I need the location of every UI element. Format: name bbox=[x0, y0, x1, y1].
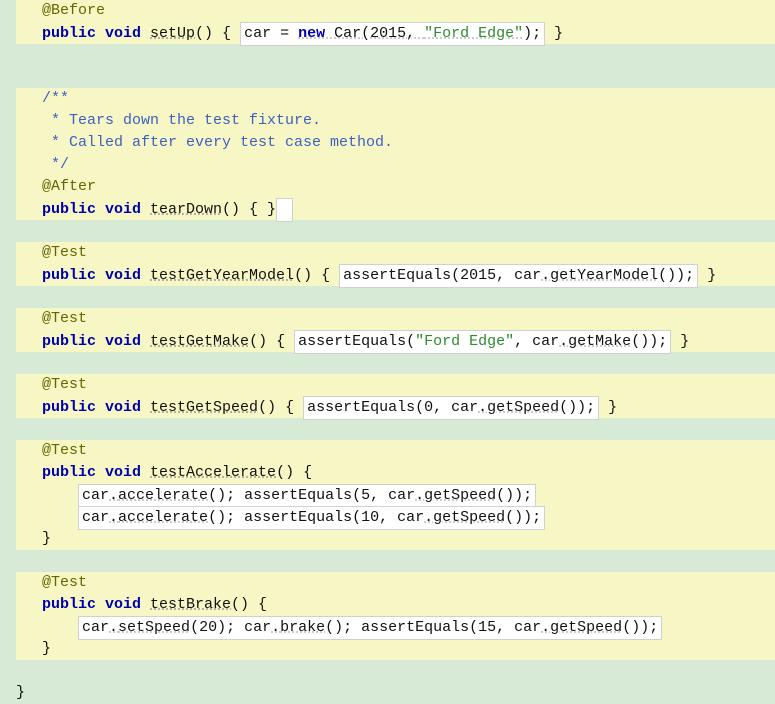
keyword: public void bbox=[42, 201, 150, 218]
code-line[interactable]: * Tears down the test fixture. bbox=[16, 110, 775, 132]
method-name: testGetYearModel bbox=[150, 267, 294, 284]
editor-gutter bbox=[6, 0, 16, 668]
statement-box: car = new Car(2015, "Ford Edge"); bbox=[240, 22, 545, 46]
method-name: testGetSpeed bbox=[150, 399, 258, 416]
code-line[interactable]: public void setUp() { car = new Car(2015… bbox=[16, 22, 775, 44]
code-line[interactable]: @Test bbox=[16, 308, 775, 330]
blank-line[interactable] bbox=[16, 286, 775, 308]
code-content[interactable]: @Before public void setUp() { car = new … bbox=[16, 0, 775, 668]
statement-box: assertEquals("Ford Edge", car.getMake())… bbox=[294, 330, 671, 354]
keyword: public void bbox=[42, 464, 150, 481]
javadoc: * Tears down the test fixture. bbox=[42, 112, 321, 129]
code-line[interactable]: */ bbox=[16, 154, 775, 176]
statement-box: assertEquals(0, car.getSpeed()); bbox=[303, 396, 599, 420]
keyword: public void bbox=[42, 333, 150, 350]
statement-box: assertEquals(2015, car.getYearModel()); bbox=[339, 264, 698, 288]
code-line[interactable]: car.accelerate(); assertEquals(5, car.ge… bbox=[16, 484, 775, 506]
keyword: public void bbox=[42, 399, 150, 416]
annotation: @Test bbox=[42, 376, 87, 393]
code-line[interactable]: @After bbox=[16, 176, 775, 198]
code-line[interactable]: } bbox=[16, 638, 775, 660]
annotation: @Test bbox=[42, 244, 87, 261]
code-line[interactable]: * Called after every test case method. bbox=[16, 132, 775, 154]
annotation: @Test bbox=[42, 574, 87, 591]
keyword: public void bbox=[42, 25, 150, 42]
blank-line[interactable] bbox=[16, 352, 775, 374]
code-line[interactable]: @Test bbox=[16, 242, 775, 264]
empty-body-box bbox=[276, 198, 293, 222]
blank-line[interactable] bbox=[16, 220, 775, 242]
blank-line[interactable] bbox=[16, 66, 775, 88]
code-line[interactable]: } bbox=[16, 528, 775, 550]
statement-box: car.accelerate(); assertEquals(5, car.ge… bbox=[78, 484, 536, 508]
annotation: @Test bbox=[42, 442, 87, 459]
annotation: @Before bbox=[42, 2, 105, 19]
method-name: testAccelerate bbox=[150, 464, 276, 481]
code-editor[interactable]: @Before public void setUp() { car = new … bbox=[0, 0, 775, 668]
keyword: public void bbox=[42, 596, 150, 613]
blank-line[interactable] bbox=[16, 660, 775, 682]
code-line[interactable]: public void testGetYearModel() { assertE… bbox=[16, 264, 775, 286]
annotation: @Test bbox=[42, 310, 87, 327]
statement-box: car.accelerate(); assertEquals(10, car.g… bbox=[78, 506, 545, 530]
class-close-brace: } bbox=[16, 684, 25, 701]
code-line[interactable]: public void testGetMake() { assertEquals… bbox=[16, 330, 775, 352]
code-line[interactable]: @Test bbox=[16, 440, 775, 462]
blank-line[interactable] bbox=[16, 418, 775, 440]
annotation: @After bbox=[42, 178, 96, 195]
code-line[interactable]: car.accelerate(); assertEquals(10, car.g… bbox=[16, 506, 775, 528]
code-line[interactable]: @Test bbox=[16, 572, 775, 594]
code-line[interactable]: public void tearDown() { } bbox=[16, 198, 775, 220]
code-line[interactable]: @Test bbox=[16, 374, 775, 396]
code-line[interactable]: /** bbox=[16, 88, 775, 110]
blank-line[interactable] bbox=[16, 44, 775, 66]
statement-box: car.setSpeed(20); car.brake(); assertEqu… bbox=[78, 616, 662, 640]
method-name: testGetMake bbox=[150, 333, 249, 350]
keyword: public void bbox=[42, 267, 150, 284]
code-line[interactable]: public void testAccelerate() { bbox=[16, 462, 775, 484]
blank-line[interactable] bbox=[16, 550, 775, 572]
method-name: testBrake bbox=[150, 596, 231, 613]
code-line[interactable]: @Before bbox=[16, 0, 775, 22]
code-line[interactable]: } bbox=[16, 682, 775, 704]
method-name: tearDown bbox=[150, 201, 222, 218]
code-line[interactable]: public void testGetSpeed() { assertEqual… bbox=[16, 396, 775, 418]
method-name: setUp bbox=[150, 25, 195, 42]
javadoc: * Called after every test case method. bbox=[42, 134, 393, 151]
javadoc: /** bbox=[42, 90, 69, 107]
code-text: () { bbox=[195, 25, 240, 42]
code-line[interactable]: car.setSpeed(20); car.brake(); assertEqu… bbox=[16, 616, 775, 638]
javadoc: */ bbox=[42, 156, 69, 173]
code-line[interactable]: public void testBrake() { bbox=[16, 594, 775, 616]
